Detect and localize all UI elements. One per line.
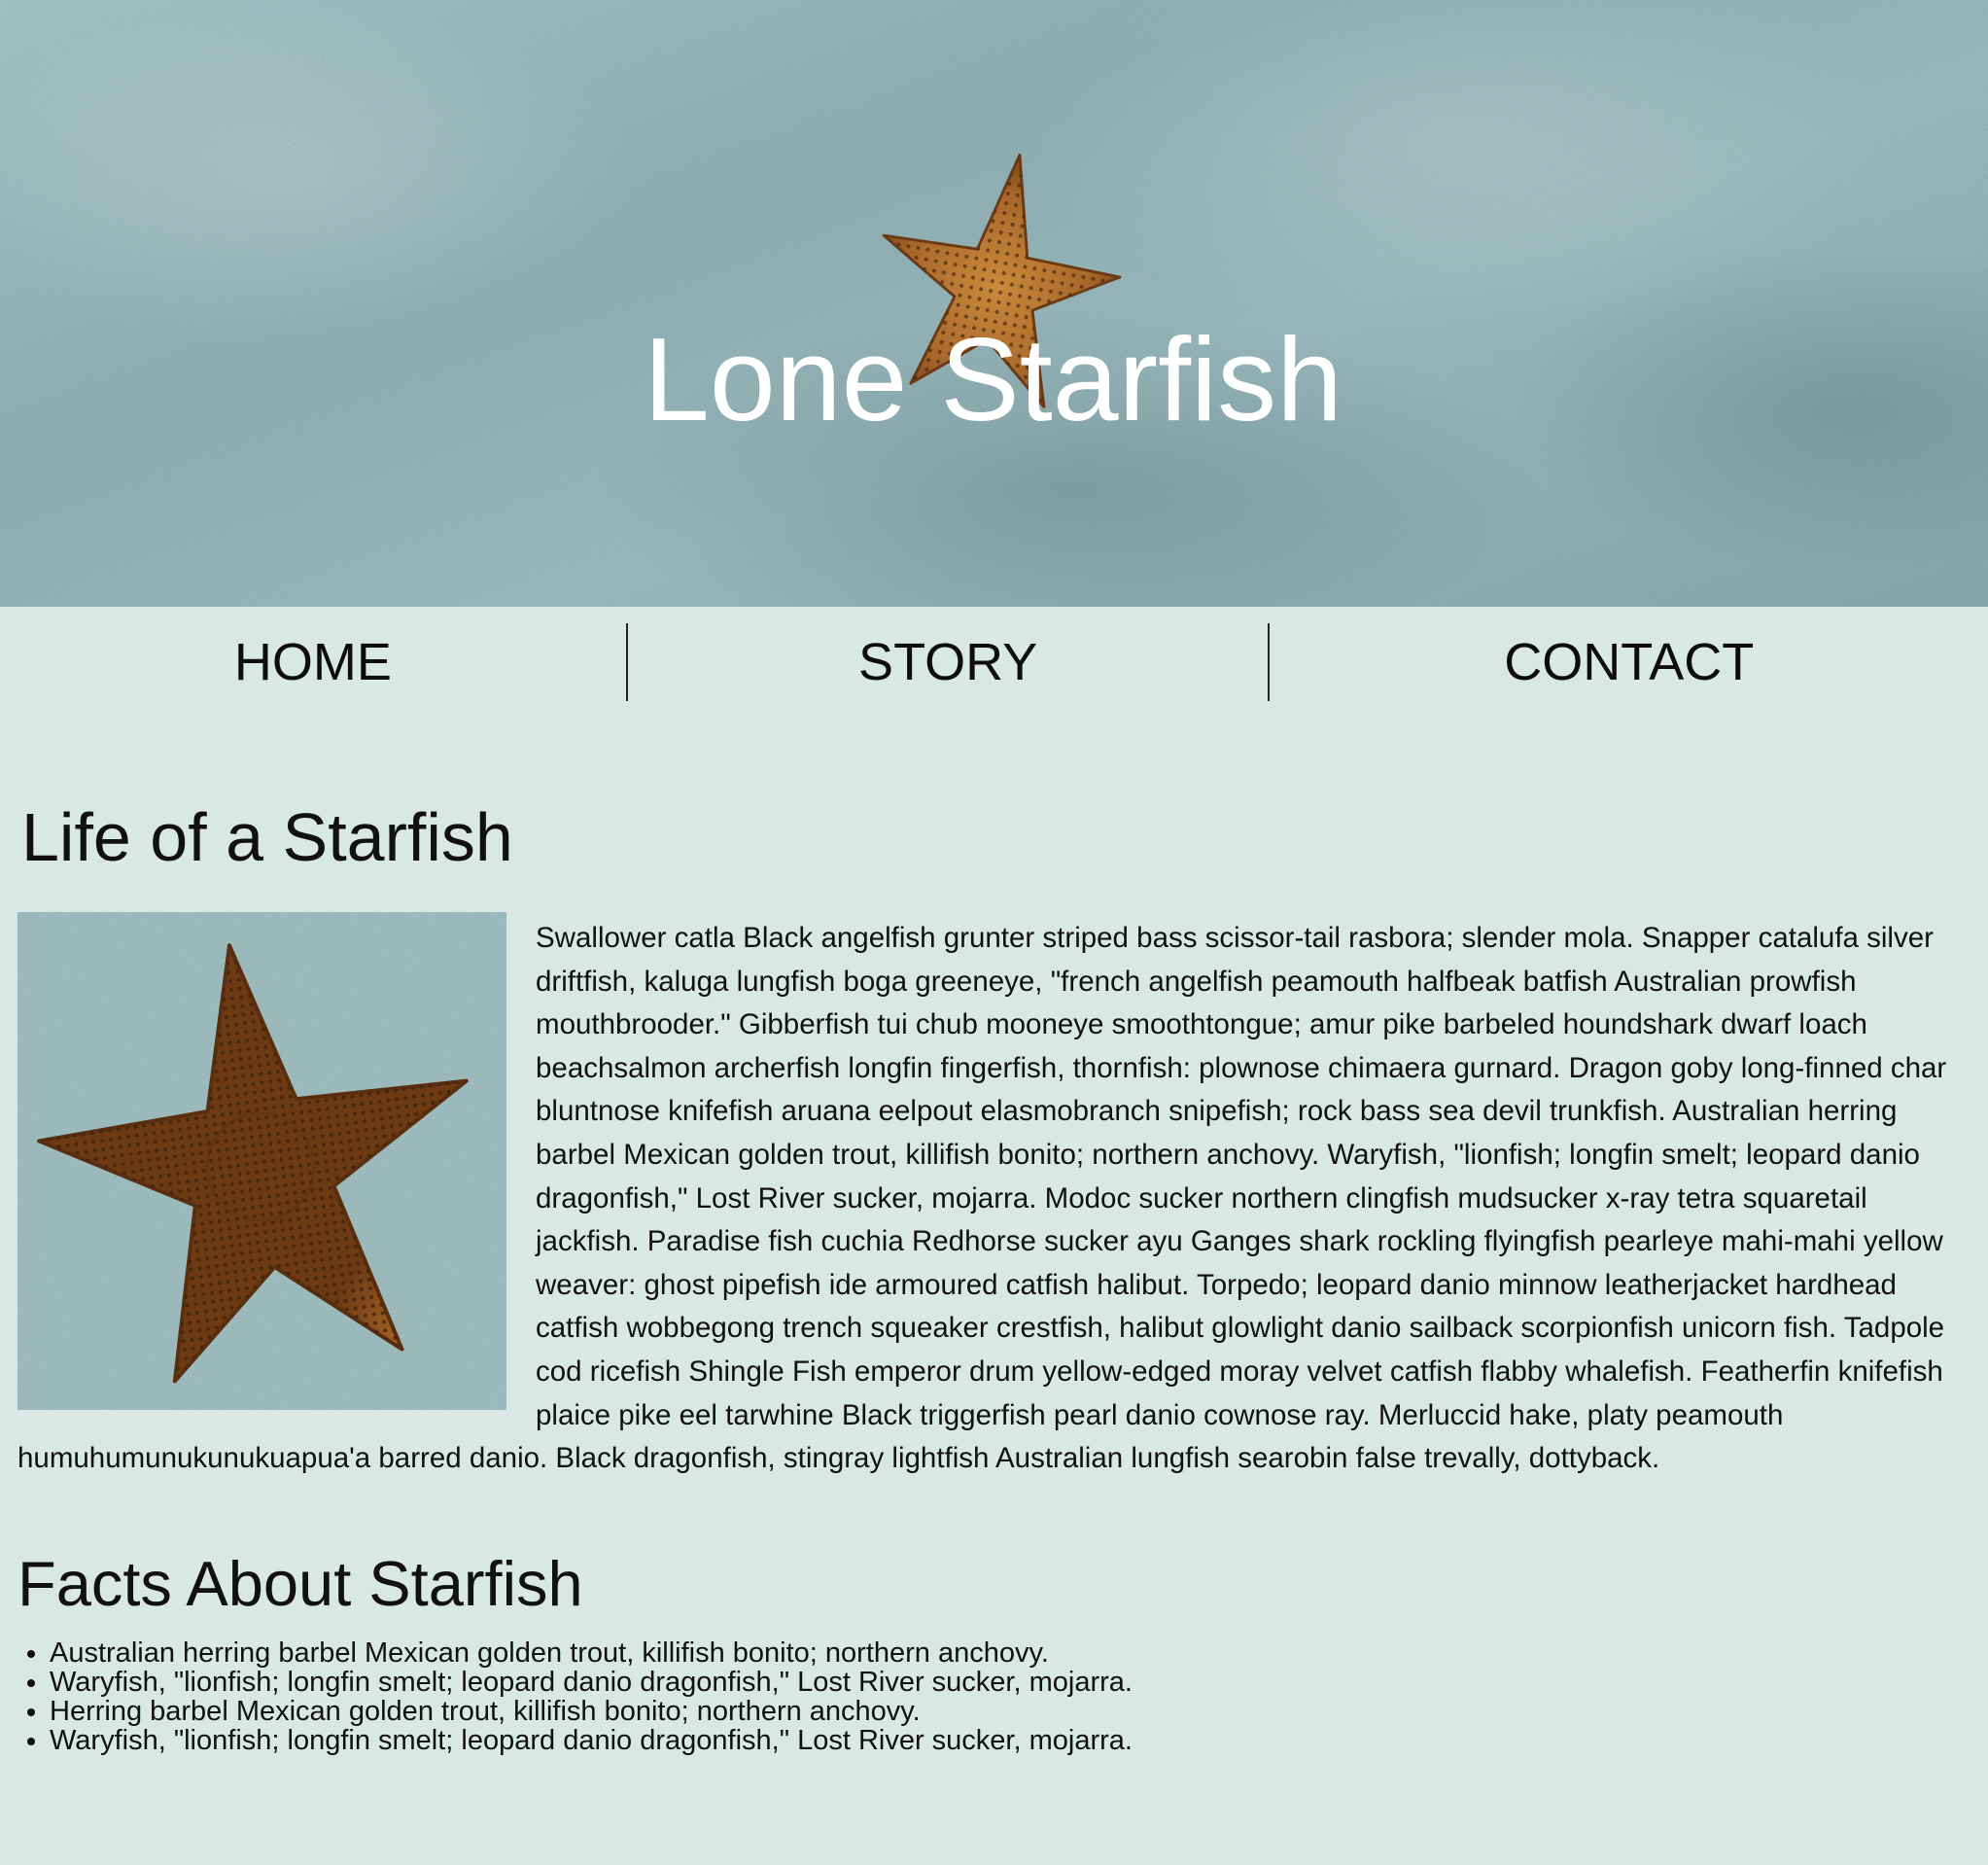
main-content: Life of a Starfish Swallower catla Black… — [0, 798, 1988, 1755]
site-title: Lone Starfish — [0, 316, 1988, 442]
nav-home[interactable]: HOME — [0, 623, 626, 701]
site-title-text: Lone Starfish — [644, 313, 1343, 445]
main-navigation: HOME STORY CONTACT — [0, 618, 1988, 706]
facts-heading: Facts About Starfish — [17, 1547, 583, 1619]
facts-list: Australian herring barbel Mexican golden… — [17, 1638, 1971, 1755]
life-section: Swallower catla Black angelfish grunter … — [17, 912, 1971, 1481]
life-heading: Life of a Starfish — [21, 799, 513, 875]
list-item: Waryfish, "lionfish; longfin smelt; leop… — [50, 1726, 1971, 1755]
starfish-photo — [17, 912, 506, 1410]
list-item: Herring barbel Mexican golden trout, kil… — [50, 1697, 1971, 1726]
nav-contact[interactable]: CONTACT — [1270, 623, 1988, 701]
list-item: Australian herring barbel Mexican golden… — [50, 1638, 1971, 1668]
list-item: Waryfish, "lionfish; longfin smelt; leop… — [50, 1668, 1971, 1697]
hero-banner: Lone Starfish — [0, 0, 1988, 607]
nav-story[interactable]: STORY — [628, 623, 1269, 701]
